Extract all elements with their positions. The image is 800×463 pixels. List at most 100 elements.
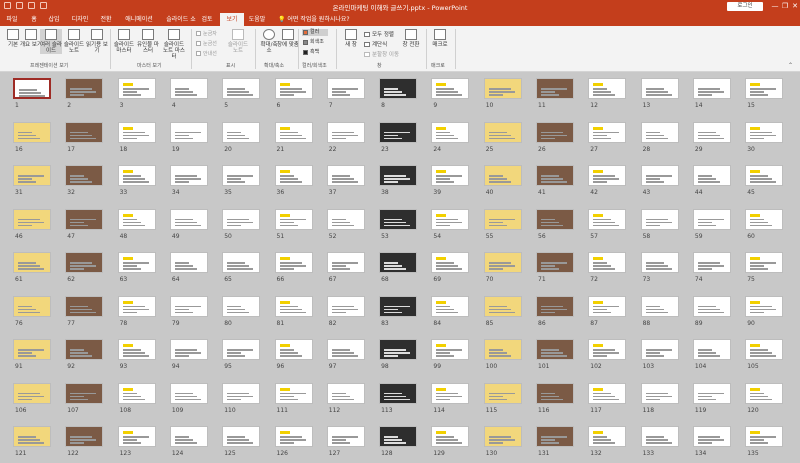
slide-thumbnail[interactable]: [692, 121, 731, 143]
slide-thumbnail[interactable]: [117, 252, 156, 273]
slide-master-button[interactable]: 슬라이드 마스터: [113, 29, 135, 54]
slide-thumbnail[interactable]: [588, 339, 627, 360]
slide-thumbnail[interactable]: [431, 295, 470, 317]
notes-master-button[interactable]: 슬라이드 노트 마스터: [161, 29, 187, 60]
handout-master-button[interactable]: 유인물 마스터: [137, 29, 159, 54]
slide-thumbnail[interactable]: [274, 78, 313, 99]
slide-thumbnail[interactable]: [483, 295, 522, 317]
tell-me-search[interactable]: 💡 어떤 작업을 원하시나요?: [278, 13, 350, 26]
slide-thumbnail[interactable]: [65, 339, 104, 360]
slide-thumbnail[interactable]: [65, 295, 104, 317]
slide-thumbnail[interactable]: [379, 295, 418, 317]
slide-thumbnail[interactable]: [483, 121, 522, 143]
reading-view-button[interactable]: 읽기용 보기: [86, 29, 108, 54]
slide-thumbnail[interactable]: [745, 295, 784, 317]
tab-file[interactable]: 파일: [4, 13, 20, 26]
slide-thumbnail[interactable]: [692, 426, 731, 447]
restore-button[interactable]: ❐: [781, 2, 789, 10]
login-button[interactable]: 로그인: [727, 2, 763, 11]
slide-thumbnail[interactable]: [483, 339, 522, 360]
slide-thumbnail[interactable]: [274, 295, 313, 317]
slide-thumbnail[interactable]: [745, 165, 784, 186]
tab-home[interactable]: 홈: [29, 13, 39, 26]
slide-thumbnail[interactable]: [326, 295, 365, 317]
fit-to-window-button[interactable]: 창에 맞춤: [277, 29, 299, 48]
slide-thumbnail[interactable]: [222, 426, 261, 447]
notes-page-button[interactable]: 슬라이드 노트: [63, 29, 85, 54]
slide-thumbnail[interactable]: [745, 208, 784, 230]
slide-thumbnail[interactable]: [692, 208, 731, 230]
slide-thumbnail[interactable]: [13, 426, 51, 447]
slide-thumbnail[interactable]: [431, 426, 470, 447]
slide-thumbnail[interactable]: [13, 339, 51, 360]
slide-thumbnail[interactable]: [536, 252, 574, 273]
slide-thumbnail[interactable]: [169, 426, 208, 447]
slide-thumbnail[interactable]: [536, 426, 574, 447]
slide-thumbnail[interactable]: [169, 252, 208, 273]
slide-thumbnail[interactable]: [379, 426, 418, 447]
slide-thumbnail[interactable]: [431, 208, 470, 230]
slide-thumbnail[interactable]: [274, 252, 313, 273]
slide-thumbnail[interactable]: [222, 208, 261, 230]
slide-thumbnail[interactable]: [431, 165, 470, 186]
cascade-button[interactable]: 계단식: [364, 40, 387, 48]
slide-thumbnail[interactable]: [640, 382, 679, 404]
new-window-button[interactable]: 새 창: [340, 29, 362, 48]
slide-thumbnail[interactable]: [588, 78, 627, 99]
slide-thumbnail[interactable]: [483, 208, 522, 230]
slide-thumbnail[interactable]: [326, 121, 365, 143]
slide-thumbnail[interactable]: [483, 382, 522, 404]
slide-thumbnail[interactable]: [640, 165, 679, 186]
slide-thumbnail[interactable]: [640, 339, 679, 360]
slide-thumbnail[interactable]: [169, 339, 208, 360]
slide-thumbnail[interactable]: [65, 121, 104, 143]
slide-thumbnail[interactable]: [13, 165, 51, 186]
slide-thumbnail[interactable]: [692, 165, 731, 186]
slide-thumbnail[interactable]: [222, 78, 261, 99]
slide-thumbnail[interactable]: [379, 252, 418, 273]
slide-thumbnail[interactable]: [274, 208, 313, 230]
slide-thumbnail[interactable]: [169, 121, 208, 143]
slide-thumbnail[interactable]: [13, 295, 51, 317]
slide-thumbnail[interactable]: [745, 121, 784, 143]
slide-thumbnail[interactable]: [536, 382, 574, 404]
slide-thumbnail[interactable]: [692, 382, 731, 404]
slide-thumbnail[interactable]: [222, 339, 261, 360]
slide-thumbnail[interactable]: [117, 121, 156, 143]
slide-thumbnail[interactable]: [483, 426, 522, 447]
slide-thumbnail[interactable]: [169, 208, 208, 230]
macros-button[interactable]: 매크로: [429, 29, 451, 48]
slide-thumbnail[interactable]: [483, 252, 522, 273]
slide-thumbnail[interactable]: [588, 165, 627, 186]
slide-thumbnail[interactable]: [536, 339, 574, 360]
slide-thumbnail[interactable]: [117, 78, 156, 99]
slide-thumbnail[interactable]: [169, 295, 208, 317]
slide-thumbnail[interactable]: [117, 426, 156, 447]
slide-thumbnail[interactable]: [536, 295, 574, 317]
tab-view[interactable]: 보기: [220, 13, 244, 26]
arrange-all-button[interactable]: 모두 정렬: [364, 30, 394, 38]
slide-thumbnail[interactable]: [431, 78, 470, 99]
slide-thumbnail[interactable]: [483, 78, 522, 99]
slide-thumbnail[interactable]: [379, 339, 418, 360]
slide-thumbnail[interactable]: [745, 426, 784, 447]
slide-thumbnail[interactable]: [65, 426, 104, 447]
ruler-checkbox[interactable]: 눈금자: [196, 30, 217, 37]
slide-thumbnail[interactable]: [13, 121, 51, 143]
slide-thumbnail[interactable]: [536, 208, 574, 230]
tab-transitions[interactable]: 전환: [98, 13, 114, 26]
slide-thumbnail[interactable]: [588, 252, 627, 273]
black-white-option[interactable]: 흑백: [302, 49, 328, 56]
slide-thumbnail[interactable]: [640, 121, 679, 143]
grayscale-option[interactable]: 회색조: [302, 39, 328, 46]
slide-sorter-button[interactable]: 여러 슬라이드: [40, 29, 62, 54]
slide-thumbnail[interactable]: [379, 208, 418, 230]
slide-thumbnail[interactable]: [326, 208, 365, 230]
slide-thumbnail[interactable]: [274, 165, 313, 186]
collapse-ribbon-icon[interactable]: ⌃: [788, 62, 793, 69]
slide-thumbnail[interactable]: [536, 121, 574, 143]
slide-thumbnail[interactable]: [640, 252, 679, 273]
slide-thumbnail[interactable]: [169, 165, 208, 186]
slide-thumbnail[interactable]: [274, 426, 313, 447]
slide-thumbnail[interactable]: [169, 78, 208, 99]
